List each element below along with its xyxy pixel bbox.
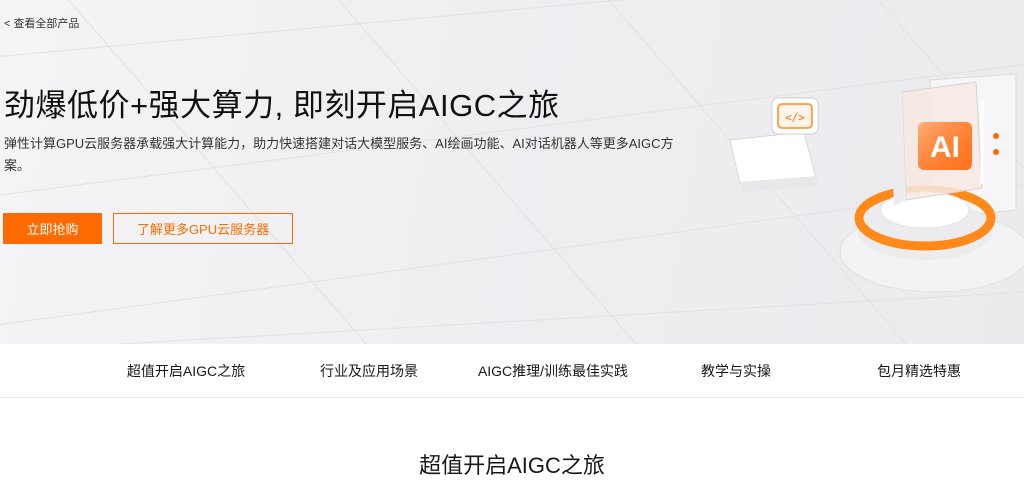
tab-tutorials[interactable]: 教学与实操	[701, 344, 771, 398]
back-link-label: 查看全部产品	[13, 18, 80, 30]
chevron-left-icon: <	[4, 18, 11, 30]
tab-industry-scenarios[interactable]: 行业及应用场景	[320, 344, 418, 398]
section-tab-bar: 超值开启AIGC之旅 行业及应用场景 AIGC推理/训练最佳实践 教学与实操 包…	[0, 344, 1024, 398]
hero-title: 劲爆低价+强大算力, 即刻开启AIGC之旅	[4, 88, 560, 123]
buy-now-button[interactable]: 立即抢购	[3, 213, 102, 244]
hero-description: 弹性计算GPU云服务器承载强大计算能力，助力快速搭建对话大模型服务、AI绘画功能…	[4, 136, 674, 173]
tab-aigc-journey[interactable]: 超值开启AIGC之旅	[127, 344, 245, 398]
ai-badge-icon: AI	[930, 131, 960, 164]
tab-monthly-deals[interactable]: 包月精选特惠	[877, 344, 961, 398]
section-title: 超值开启AIGC之旅	[419, 453, 605, 478]
tab-best-practices[interactable]: AIGC推理/训练最佳实践	[478, 344, 628, 398]
ai-cube-illustration-icon: </> AI	[729, 73, 1024, 293]
learn-more-gpu-button[interactable]: 了解更多GPU云服务器	[113, 213, 293, 244]
hero-banner: < 查看全部产品 劲爆低价+强大算力, 即刻开启AIGC之旅 弹性计算GPU云服务…	[0, 0, 1024, 344]
back-to-all-products-link[interactable]: < 查看全部产品	[4, 15, 79, 31]
code-icon: </>	[785, 111, 805, 124]
